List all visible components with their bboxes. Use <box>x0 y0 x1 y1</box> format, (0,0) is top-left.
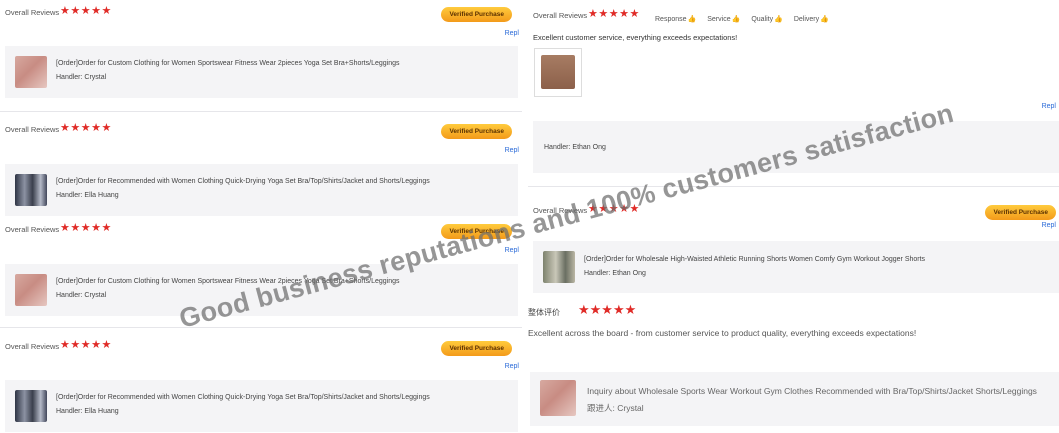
star-rating-icon: ★★★★★ <box>60 5 112 17</box>
overall-reviews-label: Overall Reviews <box>5 225 60 234</box>
aspect-label: Service <box>707 16 731 23</box>
inquiry-card[interactable]: Inquiry about Wholesale Sports Wear Work… <box>530 372 1059 426</box>
order-title[interactable]: [Order]Order for Recommended with Women … <box>56 394 430 401</box>
review-text: Excellent customer service, everything e… <box>533 33 738 42</box>
verified-purchase-badge: Verified Purchase <box>441 341 512 356</box>
overall-reviews-label: Overall Reviews <box>5 125 60 134</box>
aspect-quality: Quality👍 <box>751 15 783 23</box>
product-thumbnail[interactable] <box>540 380 576 416</box>
order-card[interactable]: [Order]Order for Wholesale High-Waisted … <box>533 241 1059 293</box>
star-rating-icon: ★★★★★ <box>60 222 112 234</box>
thumbs-up-icon: 👍 <box>820 16 829 23</box>
order-title[interactable]: [Order]Order for Wholesale High-Waisted … <box>584 256 925 263</box>
review-photo[interactable] <box>534 48 582 97</box>
order-title[interactable]: [Order]Order for Recommended with Women … <box>56 178 430 185</box>
divider <box>528 186 1059 187</box>
product-thumbnail[interactable] <box>15 174 47 206</box>
divider <box>0 327 522 328</box>
product-thumbnail[interactable] <box>543 251 575 283</box>
aspect-delivery: Delivery👍 <box>794 15 829 23</box>
handler-text: Handler: Ethan Ong <box>544 144 606 151</box>
overall-reviews-label: Overall Reviews <box>5 342 60 351</box>
inquiry-handler: 跟进人: Crystal <box>587 403 644 413</box>
inquiry-title[interactable]: Inquiry about Wholesale Sports Wear Work… <box>587 386 1037 396</box>
handler-text: Handler: Ella Huang <box>56 192 119 199</box>
reply-link[interactable]: Repl <box>505 147 519 154</box>
reply-link[interactable]: Repl <box>1042 222 1056 229</box>
handler-text: Handler: Ethan Ong <box>584 270 646 277</box>
aspect-response: Response👍 <box>655 15 696 23</box>
aspect-service: Service👍 <box>707 15 740 23</box>
overall-reviews-label: 整体评价 <box>528 308 560 317</box>
product-thumbnail[interactable] <box>15 274 47 306</box>
handler-text: Handler: Ella Huang <box>56 408 119 415</box>
handler-text: Handler: Crystal <box>56 74 107 81</box>
star-rating-icon: ★★★★★ <box>588 8 640 20</box>
star-rating-icon: ★★★★★ <box>60 122 112 134</box>
order-card[interactable]: [Order]Order for Custom Clothing for Wom… <box>5 46 518 98</box>
divider <box>0 111 522 112</box>
verified-purchase-badge: Verified Purchase <box>441 124 512 139</box>
review-item: Overall Reviews ★★★★★ Verified Purchase … <box>0 0 522 98</box>
reply-link[interactable]: Repl <box>505 363 519 370</box>
handler-text: Handler: Crystal <box>56 292 107 299</box>
thumbs-up-icon: 👍 <box>687 16 697 23</box>
product-thumbnail[interactable] <box>15 56 47 88</box>
thumbs-up-icon: 👍 <box>731 16 741 23</box>
aspect-ratings: Response👍 Service👍 Quality👍 Delivery👍 <box>655 15 829 23</box>
order-title[interactable]: [Order]Order for Custom Clothing for Wom… <box>56 60 400 67</box>
thumbs-up-icon: 👍 <box>774 16 783 23</box>
product-thumbnail[interactable] <box>15 390 47 422</box>
reply-link[interactable]: Repl <box>1042 103 1056 110</box>
review-text: Excellent across the board - from custom… <box>528 328 917 338</box>
aspect-label: Delivery <box>793 16 820 23</box>
star-rating-icon: ★★★★★ <box>578 302 637 317</box>
overall-reviews-label: Overall Reviews <box>5 8 60 17</box>
reply-link[interactable]: Repl <box>505 30 519 37</box>
verified-purchase-badge: Verified Purchase <box>441 7 512 22</box>
aspect-label: Quality <box>751 16 774 23</box>
review-item: Overall Reviews ★★★★★ Verified Purchase … <box>0 334 522 432</box>
star-rating-icon: ★★★★★ <box>60 339 112 351</box>
overall-reviews-label: Overall Reviews <box>533 11 588 20</box>
order-card[interactable]: [Order]Order for Recommended with Women … <box>5 164 518 216</box>
verified-purchase-badge: Verified Purchase <box>985 205 1056 220</box>
review-photo-image <box>541 55 575 89</box>
order-card[interactable]: [Order]Order for Recommended with Women … <box>5 380 518 432</box>
review-item: Overall Reviews ★★★★★ Verified Purchase … <box>0 117 522 216</box>
aspect-label: Response <box>655 16 687 23</box>
